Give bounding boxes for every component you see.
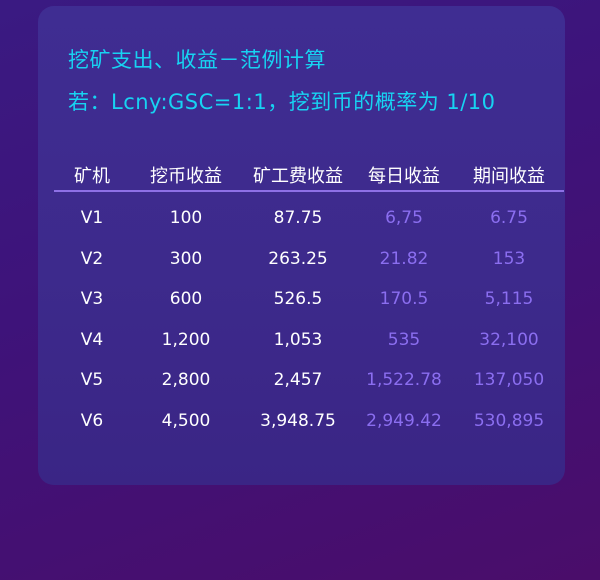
cell-daily-revenue: 21.82 [379, 248, 429, 269]
cell-mining-revenue: 600 [169, 289, 203, 310]
header-period-revenue: 期间收益 [454, 160, 564, 192]
header-miner-fee-revenue: 矿工费收益 [242, 160, 354, 192]
table-row: V1 100 87.75 6,75 6.75 [54, 191, 564, 239]
card-title: 挖矿支出、收益－范例计算 [68, 48, 326, 72]
cell-miner-fee-revenue: 1,053 [273, 329, 323, 350]
header-mining-revenue: 挖币收益 [130, 160, 242, 192]
cell-miner-fee-revenue: 2,457 [273, 370, 323, 391]
table-row: V6 4,500 3,948.75 2,949.42 530,895 [54, 401, 564, 442]
cell-period-revenue: 153 [492, 248, 526, 269]
cell-mining-revenue: 300 [169, 248, 203, 269]
cell-miner-fee-revenue: 3,948.75 [260, 410, 336, 431]
cell-miner-fee-revenue: 263.25 [268, 248, 328, 269]
cell-miner: V6 [80, 410, 104, 431]
cell-mining-revenue: 1,200 [161, 329, 211, 350]
cell-miner: V4 [80, 329, 104, 350]
cell-period-revenue: 5,115 [484, 289, 534, 310]
card-subtitle: 若：Lcny:GSC=1:1，挖到币的概率为 1/10 [68, 90, 496, 114]
cell-daily-revenue: 170.5 [379, 289, 429, 310]
earnings-table: 矿机 挖币收益 矿工费收益 每日收益 期间收益 V1 100 87.75 6,7… [54, 160, 564, 441]
table-row: V4 1,200 1,053 535 32,100 [54, 320, 564, 361]
cell-mining-revenue: 2,800 [161, 370, 211, 391]
cell-period-revenue: 6.75 [490, 208, 528, 229]
mining-calc-card: 挖矿支出、收益－范例计算 若：Lcny:GSC=1:1，挖到币的概率为 1/10… [38, 6, 565, 485]
cell-miner: V2 [80, 248, 104, 269]
cell-miner: V1 [80, 208, 104, 229]
cell-daily-revenue: 1,522.78 [366, 370, 442, 391]
cell-daily-revenue: 535 [387, 329, 421, 350]
cell-period-revenue: 137,050 [473, 370, 545, 391]
cell-miner-fee-revenue: 87.75 [273, 208, 323, 229]
table-row: V2 300 263.25 21.82 153 [54, 239, 564, 280]
cell-miner: V3 [80, 289, 104, 310]
table-row: V5 2,800 2,457 1,522.78 137,050 [54, 360, 564, 401]
header-miner: 矿机 [54, 160, 130, 192]
cell-daily-revenue: 2,949.42 [366, 410, 442, 431]
cell-period-revenue: 32,100 [479, 329, 539, 350]
table-row: V3 600 526.5 170.5 5,115 [54, 279, 564, 320]
table-header-row: 矿机 挖币收益 矿工费收益 每日收益 期间收益 [54, 160, 564, 192]
cell-mining-revenue: 4,500 [161, 410, 211, 431]
cell-period-revenue: 530,895 [473, 410, 545, 431]
cell-miner-fee-revenue: 526.5 [273, 289, 323, 310]
header-daily-revenue: 每日收益 [354, 160, 454, 192]
cell-miner: V5 [80, 370, 104, 391]
cell-daily-revenue: 6,75 [385, 208, 423, 229]
cell-mining-revenue: 100 [169, 208, 203, 229]
